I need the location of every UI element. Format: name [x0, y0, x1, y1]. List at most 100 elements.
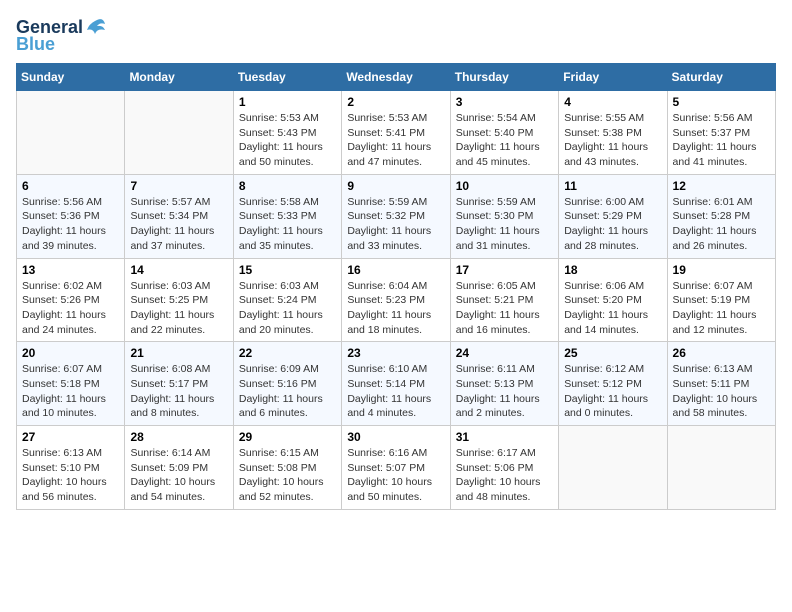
day-info: Sunrise: 6:05 AMSunset: 5:21 PMDaylight:… [456, 280, 540, 336]
calendar-day-cell: 13 Sunrise: 6:02 AMSunset: 5:26 PMDaylig… [17, 258, 125, 342]
day-info: Sunrise: 6:17 AMSunset: 5:06 PMDaylight:… [456, 447, 541, 503]
calendar-day-cell: 19 Sunrise: 6:07 AMSunset: 5:19 PMDaylig… [667, 258, 775, 342]
day-number: 31 [456, 430, 553, 444]
calendar-day-cell: 27 Sunrise: 6:13 AMSunset: 5:10 PMDaylig… [17, 426, 125, 510]
calendar-day-cell: 5 Sunrise: 5:56 AMSunset: 5:37 PMDayligh… [667, 91, 775, 175]
page-header: General Blue [16, 16, 776, 55]
day-info: Sunrise: 5:59 AMSunset: 5:30 PMDaylight:… [456, 196, 540, 252]
day-info: Sunrise: 6:02 AMSunset: 5:26 PMDaylight:… [22, 280, 106, 336]
day-number: 2 [347, 95, 444, 109]
day-number: 24 [456, 346, 553, 360]
calendar-day-cell: 3 Sunrise: 5:54 AMSunset: 5:40 PMDayligh… [450, 91, 558, 175]
calendar-week-row: 6 Sunrise: 5:56 AMSunset: 5:36 PMDayligh… [17, 174, 776, 258]
day-number: 9 [347, 179, 444, 193]
calendar-day-cell: 14 Sunrise: 6:03 AMSunset: 5:25 PMDaylig… [125, 258, 233, 342]
calendar-body: 1 Sunrise: 5:53 AMSunset: 5:43 PMDayligh… [17, 91, 776, 510]
calendar-day-cell: 30 Sunrise: 6:16 AMSunset: 5:07 PMDaylig… [342, 426, 450, 510]
day-number: 22 [239, 346, 336, 360]
calendar-day-cell: 10 Sunrise: 5:59 AMSunset: 5:30 PMDaylig… [450, 174, 558, 258]
calendar-week-row: 27 Sunrise: 6:13 AMSunset: 5:10 PMDaylig… [17, 426, 776, 510]
calendar-day-cell: 15 Sunrise: 6:03 AMSunset: 5:24 PMDaylig… [233, 258, 341, 342]
day-info: Sunrise: 5:58 AMSunset: 5:33 PMDaylight:… [239, 196, 323, 252]
calendar-week-row: 1 Sunrise: 5:53 AMSunset: 5:43 PMDayligh… [17, 91, 776, 175]
day-number: 30 [347, 430, 444, 444]
logo: General Blue [16, 16, 107, 55]
weekday-header-cell: Wednesday [342, 64, 450, 91]
day-number: 18 [564, 263, 661, 277]
day-info: Sunrise: 6:14 AMSunset: 5:09 PMDaylight:… [130, 447, 215, 503]
day-number: 17 [456, 263, 553, 277]
calendar-day-cell: 7 Sunrise: 5:57 AMSunset: 5:34 PMDayligh… [125, 174, 233, 258]
day-number: 28 [130, 430, 227, 444]
day-info: Sunrise: 6:07 AMSunset: 5:19 PMDaylight:… [673, 280, 757, 336]
calendar-day-cell: 31 Sunrise: 6:17 AMSunset: 5:06 PMDaylig… [450, 426, 558, 510]
calendar-day-cell: 23 Sunrise: 6:10 AMSunset: 5:14 PMDaylig… [342, 342, 450, 426]
day-number: 8 [239, 179, 336, 193]
day-number: 23 [347, 346, 444, 360]
day-number: 6 [22, 179, 119, 193]
calendar-day-cell: 20 Sunrise: 6:07 AMSunset: 5:18 PMDaylig… [17, 342, 125, 426]
calendar-day-cell: 1 Sunrise: 5:53 AMSunset: 5:43 PMDayligh… [233, 91, 341, 175]
day-number: 11 [564, 179, 661, 193]
day-info: Sunrise: 5:59 AMSunset: 5:32 PMDaylight:… [347, 196, 431, 252]
calendar-day-cell: 12 Sunrise: 6:01 AMSunset: 5:28 PMDaylig… [667, 174, 775, 258]
calendar-day-cell [559, 426, 667, 510]
day-info: Sunrise: 6:04 AMSunset: 5:23 PMDaylight:… [347, 280, 431, 336]
day-info: Sunrise: 6:15 AMSunset: 5:08 PMDaylight:… [239, 447, 324, 503]
calendar-table: SundayMondayTuesdayWednesdayThursdayFrid… [16, 63, 776, 510]
calendar-day-cell [17, 91, 125, 175]
weekday-header-cell: Monday [125, 64, 233, 91]
day-info: Sunrise: 6:07 AMSunset: 5:18 PMDaylight:… [22, 363, 106, 419]
day-info: Sunrise: 6:03 AMSunset: 5:25 PMDaylight:… [130, 280, 214, 336]
day-info: Sunrise: 6:12 AMSunset: 5:12 PMDaylight:… [564, 363, 648, 419]
day-number: 26 [673, 346, 770, 360]
day-number: 4 [564, 95, 661, 109]
calendar-day-cell: 2 Sunrise: 5:53 AMSunset: 5:41 PMDayligh… [342, 91, 450, 175]
calendar-day-cell: 18 Sunrise: 6:06 AMSunset: 5:20 PMDaylig… [559, 258, 667, 342]
calendar-day-cell [667, 426, 775, 510]
day-number: 13 [22, 263, 119, 277]
calendar-week-row: 20 Sunrise: 6:07 AMSunset: 5:18 PMDaylig… [17, 342, 776, 426]
calendar-day-cell [125, 91, 233, 175]
calendar-day-cell: 9 Sunrise: 5:59 AMSunset: 5:32 PMDayligh… [342, 174, 450, 258]
calendar-day-cell: 22 Sunrise: 6:09 AMSunset: 5:16 PMDaylig… [233, 342, 341, 426]
day-info: Sunrise: 6:13 AMSunset: 5:10 PMDaylight:… [22, 447, 107, 503]
day-number: 12 [673, 179, 770, 193]
day-number: 5 [673, 95, 770, 109]
calendar-day-cell: 28 Sunrise: 6:14 AMSunset: 5:09 PMDaylig… [125, 426, 233, 510]
day-number: 3 [456, 95, 553, 109]
logo-bird-icon [85, 16, 107, 38]
day-info: Sunrise: 6:08 AMSunset: 5:17 PMDaylight:… [130, 363, 214, 419]
day-number: 7 [130, 179, 227, 193]
weekday-header-row: SundayMondayTuesdayWednesdayThursdayFrid… [17, 64, 776, 91]
day-info: Sunrise: 5:53 AMSunset: 5:43 PMDaylight:… [239, 112, 323, 168]
day-info: Sunrise: 5:53 AMSunset: 5:41 PMDaylight:… [347, 112, 431, 168]
calendar-day-cell: 17 Sunrise: 6:05 AMSunset: 5:21 PMDaylig… [450, 258, 558, 342]
day-number: 25 [564, 346, 661, 360]
day-number: 27 [22, 430, 119, 444]
day-info: Sunrise: 6:16 AMSunset: 5:07 PMDaylight:… [347, 447, 432, 503]
weekday-header-cell: Friday [559, 64, 667, 91]
day-number: 1 [239, 95, 336, 109]
day-number: 21 [130, 346, 227, 360]
day-info: Sunrise: 6:01 AMSunset: 5:28 PMDaylight:… [673, 196, 757, 252]
weekday-header-cell: Sunday [17, 64, 125, 91]
day-info: Sunrise: 6:10 AMSunset: 5:14 PMDaylight:… [347, 363, 431, 419]
weekday-header-cell: Saturday [667, 64, 775, 91]
day-info: Sunrise: 5:56 AMSunset: 5:36 PMDaylight:… [22, 196, 106, 252]
day-number: 15 [239, 263, 336, 277]
calendar-day-cell: 25 Sunrise: 6:12 AMSunset: 5:12 PMDaylig… [559, 342, 667, 426]
logo: General Blue [16, 16, 107, 55]
day-info: Sunrise: 5:54 AMSunset: 5:40 PMDaylight:… [456, 112, 540, 168]
calendar-week-row: 13 Sunrise: 6:02 AMSunset: 5:26 PMDaylig… [17, 258, 776, 342]
weekday-header-cell: Thursday [450, 64, 558, 91]
weekday-header-cell: Tuesday [233, 64, 341, 91]
calendar-day-cell: 24 Sunrise: 6:11 AMSunset: 5:13 PMDaylig… [450, 342, 558, 426]
day-number: 10 [456, 179, 553, 193]
day-number: 14 [130, 263, 227, 277]
day-number: 20 [22, 346, 119, 360]
calendar-day-cell: 6 Sunrise: 5:56 AMSunset: 5:36 PMDayligh… [17, 174, 125, 258]
calendar-day-cell: 4 Sunrise: 5:55 AMSunset: 5:38 PMDayligh… [559, 91, 667, 175]
calendar-day-cell: 11 Sunrise: 6:00 AMSunset: 5:29 PMDaylig… [559, 174, 667, 258]
day-info: Sunrise: 6:06 AMSunset: 5:20 PMDaylight:… [564, 280, 648, 336]
